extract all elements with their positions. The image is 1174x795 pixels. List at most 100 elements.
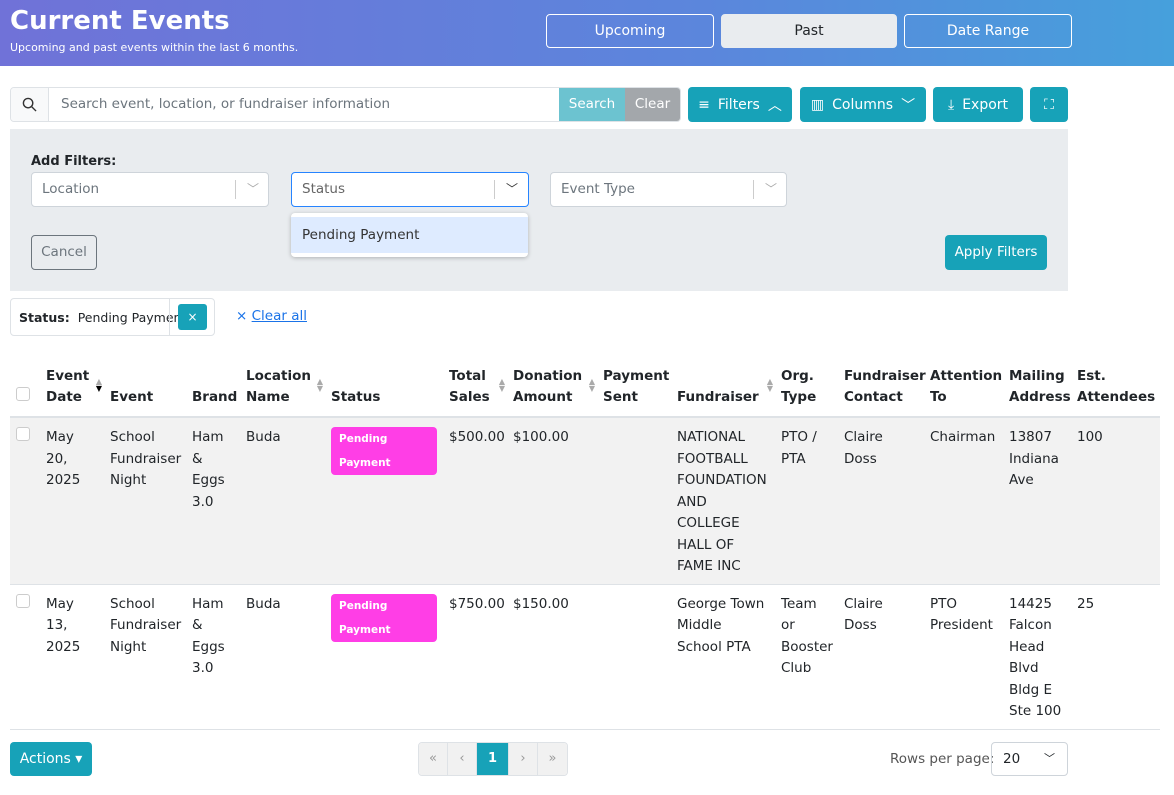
sort-icon[interactable]: ▲ ▼: [317, 378, 323, 393]
table-row: May 20, 2025 School Fundraiser Night Ham &…: [10, 417, 1160, 585]
actions-button[interactable]: Actions ▾: [10, 742, 92, 776]
next-page-button[interactable]: ›: [509, 743, 538, 775]
chevron-down-icon: ﹀: [246, 182, 259, 196]
sort-icon[interactable]: ▲ ▼: [767, 378, 773, 393]
prev-page-button[interactable]: ‹: [448, 743, 477, 775]
chip-value: Pending Payment: [77, 310, 187, 325]
tab-upcoming[interactable]: Upcoming: [546, 14, 714, 48]
status-select[interactable]: Status ﹀: [291, 172, 529, 207]
column-header-label: Donation Amount: [513, 368, 583, 405]
column-header-label: Status: [331, 389, 381, 405]
table-cell: Buda: [240, 417, 325, 585]
search-bar: Search event, location, or fundraiser in…: [10, 87, 681, 122]
remove-filter-button[interactable]: ×: [178, 304, 207, 330]
status-badge: Pending Payment: [331, 593, 437, 642]
column-header[interactable]: Fundraiser ▲ ▼: [671, 362, 775, 418]
download-icon: ⤓: [947, 96, 955, 113]
event-type-select[interactable]: Event Type ﹀: [550, 172, 787, 207]
chevron-down-icon: ﹀: [764, 182, 777, 196]
table-cell: PTO President: [924, 584, 1003, 730]
column-header-label: Fundraiser: [677, 389, 759, 405]
rows-per-page-select[interactable]: 20 ﹀: [991, 742, 1068, 776]
events-table: Event Date ▲ ▼ Event Brand Location Name ▲ ▼ Sta…: [10, 362, 1160, 730]
tab-past[interactable]: Past: [721, 14, 897, 48]
table-cell: School Fundraiser Night: [104, 584, 186, 730]
cancel-button[interactable]: Cancel: [31, 235, 97, 270]
sort-icon[interactable]: ▲ ▼: [499, 378, 505, 393]
table-cell: Pending Payment: [325, 417, 443, 585]
column-header: Mailing Address: [1003, 362, 1071, 418]
table-cell: $100.00: [507, 417, 597, 585]
chevron-down-icon: ﹀: [901, 97, 916, 114]
fullscreen-button[interactable]: ⛶: [1030, 87, 1068, 122]
column-header[interactable]: Event Date ▲ ▼: [40, 362, 104, 418]
chevron-up-icon: ︿: [767, 97, 782, 114]
table-cell: Claire Doss: [838, 417, 924, 585]
tab-date-range[interactable]: Date Range: [904, 14, 1072, 48]
table-row: May 13, 2025 School Fundraiser Night Ham &…: [10, 584, 1160, 730]
column-header-label: Event Date: [46, 368, 90, 405]
filters-button[interactable]: ≡ Filters ︿: [688, 87, 792, 122]
option-pending-payment[interactable]: Pending Payment: [291, 217, 528, 253]
page-subtitle: Upcoming and past events within the last…: [10, 41, 299, 54]
pagination: « ‹ 1 › »: [418, 742, 568, 776]
row-checkbox[interactable]: [16, 427, 30, 441]
column-header[interactable]: Donation Amount ▲ ▼: [507, 362, 597, 418]
chip-label: Status:: [19, 310, 70, 325]
table-cell: [597, 584, 671, 730]
column-header-label: Attention To: [930, 368, 1003, 405]
sort-icon[interactable]: ▲ ▼: [96, 378, 102, 393]
search-icon: [11, 88, 49, 121]
column-header-label: Payment Sent: [603, 368, 670, 405]
select-all-checkbox[interactable]: [16, 387, 30, 401]
clear-button[interactable]: Clear: [625, 88, 680, 121]
rows-per-page-value: 20: [1003, 751, 1021, 767]
table-cell: Claire Doss: [838, 584, 924, 730]
column-header[interactable]: Total Sales ▲ ▼: [443, 362, 507, 418]
page-header: Current Events Upcoming and past events …: [0, 0, 1174, 66]
column-header: Event: [104, 362, 186, 418]
column-header-label: Est. Attendees: [1077, 368, 1156, 405]
table-cell: Ham & Eggs 3.0: [186, 417, 240, 585]
first-page-button[interactable]: «: [419, 743, 448, 775]
table-cell: Buda: [240, 584, 325, 730]
columns-icon: ▥: [810, 96, 825, 113]
search-input[interactable]: Search event, location, or fundraiser in…: [49, 88, 559, 121]
table-cell: $150.00: [507, 584, 597, 730]
column-header[interactable]: Location Name ▲ ▼: [240, 362, 325, 418]
table-cell: 100: [1071, 417, 1160, 585]
export-button[interactable]: ⤓ Export: [933, 87, 1023, 122]
filter-panel: Add Filters: Location ﹀ Status ﹀ Event Typ…: [10, 129, 1068, 291]
fullscreen-icon: ⛶: [1044, 96, 1054, 113]
column-header-label: Event: [110, 389, 154, 405]
column-header-label: Org. Type: [781, 368, 817, 405]
event-type-placeholder: Event Type: [561, 181, 635, 197]
table-cell: [597, 417, 671, 585]
column-header-label: Mailing Address: [1009, 368, 1071, 405]
filter-icon: ≡: [698, 96, 710, 113]
export-label: Export: [962, 96, 1009, 113]
column-header: Payment Sent: [597, 362, 671, 418]
table-cell: 14425 Falcon Head Blvd Bldg E Ste 100: [1003, 584, 1071, 730]
table-cell: May 20, 2025: [40, 417, 104, 585]
last-page-button[interactable]: »: [538, 743, 567, 775]
search-button[interactable]: Search: [559, 88, 625, 121]
add-filters-label: Add Filters:: [31, 154, 117, 169]
apply-filters-button[interactable]: Apply Filters: [945, 235, 1047, 270]
location-select[interactable]: Location ﹀: [31, 172, 269, 207]
filters-label: Filters: [717, 96, 760, 113]
page-1-button[interactable]: 1: [477, 743, 509, 775]
table-header-row: Event Date ▲ ▼ Event Brand Location Name ▲ ▼ Sta…: [10, 362, 1160, 418]
clear-all-link[interactable]: × Clear all: [236, 308, 307, 324]
row-checkbox[interactable]: [16, 593, 30, 608]
column-header-label: Location Name: [246, 368, 311, 405]
columns-button[interactable]: ▥ Columns ﹀: [800, 87, 926, 122]
table-cell: Chairman: [924, 417, 1003, 585]
status-placeholder: Status: [302, 181, 346, 197]
column-header: Fundraiser Contact: [838, 362, 926, 418]
column-header: Brand: [186, 362, 240, 418]
table-cell: School Fundraiser Night: [104, 417, 186, 585]
column-header-label: Fundraiser Contact: [844, 368, 926, 405]
active-filter-chip: Status: Pending Payment ×: [10, 298, 215, 336]
sort-icon[interactable]: ▲ ▼: [589, 378, 595, 393]
